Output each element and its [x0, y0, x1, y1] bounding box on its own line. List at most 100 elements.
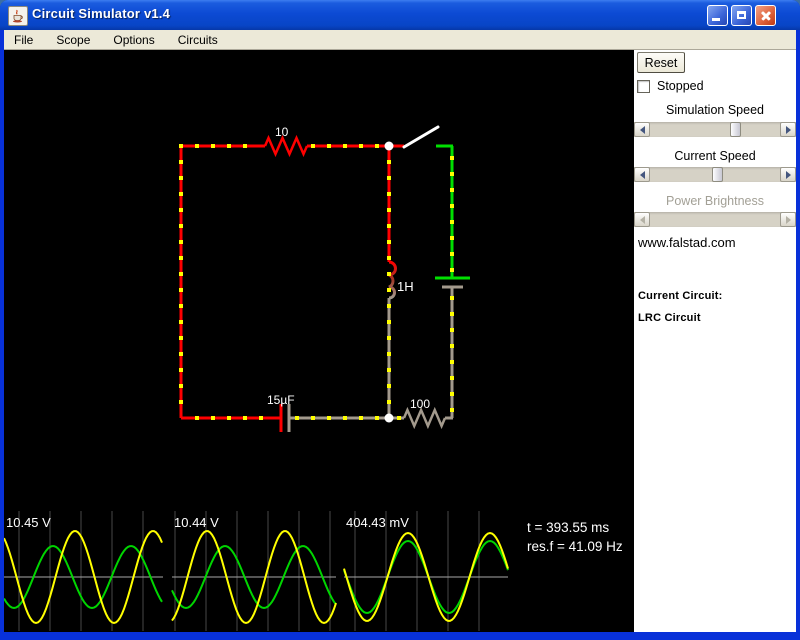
current-dot [179, 192, 183, 196]
current-dot [450, 188, 454, 192]
current-dot [211, 144, 215, 148]
scroll-left-button [634, 212, 650, 227]
scope-label: 404.43 mV [346, 515, 409, 530]
current-dot [227, 416, 231, 420]
arrow-left-icon [636, 125, 645, 134]
current-dot [387, 176, 391, 180]
website-link[interactable]: www.falstad.com [638, 235, 736, 250]
current-dot [450, 204, 454, 208]
circuit-drawing[interactable]: 10.45 V 10.44 V 404.43 mV t = 393.55 ms res.… [3, 50, 634, 632]
current-dot [387, 240, 391, 244]
current-dot [450, 156, 454, 160]
current-dot [179, 336, 183, 340]
current-dot [387, 400, 391, 404]
current-dot [243, 416, 247, 420]
scroll-right-button [780, 212, 796, 227]
current-dot [227, 144, 231, 148]
arrow-right-icon [785, 170, 795, 179]
resistor[interactable] [402, 406, 447, 430]
menu-circuits[interactable]: Circuits [171, 31, 225, 49]
current-dot [179, 176, 183, 180]
maximize-button[interactable] [731, 5, 752, 26]
scroll-left-button[interactable] [634, 122, 650, 137]
current-dot [179, 288, 183, 292]
simulation-speed-label: Simulation Speed [666, 103, 764, 117]
current-speed-slider[interactable] [634, 167, 796, 182]
current-speed-label: Current Speed [674, 149, 756, 163]
scroll-right-button[interactable] [780, 167, 796, 182]
scope-label: 10.45 V [6, 515, 51, 530]
power-brightness-slider [634, 212, 796, 227]
app-window: Circuit Simulator v1.4 File Scope Option… [0, 0, 800, 640]
current-dot [387, 192, 391, 196]
menu-options[interactable]: Options [106, 31, 161, 49]
close-button[interactable] [755, 5, 776, 26]
current-dot [450, 268, 454, 272]
arrow-left-icon [636, 215, 645, 224]
current-dot [387, 368, 391, 372]
current-dot [179, 224, 183, 228]
current-dot [375, 416, 379, 420]
switch-lever[interactable] [402, 125, 440, 149]
current-dot [387, 288, 391, 292]
java-app-icon [8, 6, 28, 26]
current-circuit-name: LRC Circuit [638, 312, 701, 324]
minimize-icon [712, 18, 720, 21]
power-brightness-label: Power Brightness [666, 194, 764, 208]
menu-file[interactable]: File [7, 31, 40, 49]
current-dot [343, 416, 347, 420]
current-dot [179, 256, 183, 260]
current-dot [311, 144, 315, 148]
control-panel: Reset Stopped Simulation Speed Current S… [634, 50, 796, 632]
capacitor-value-label: 15µF [267, 393, 295, 407]
resistor-value-label: 10 [275, 125, 289, 139]
arrow-right-icon [785, 215, 795, 224]
title-bar[interactable]: Circuit Simulator v1.4 [0, 0, 800, 30]
current-dot [450, 344, 454, 348]
current-dot [450, 376, 454, 380]
current-dot [450, 236, 454, 240]
current-dot [397, 416, 401, 420]
current-dot [450, 252, 454, 256]
scroll-right-button[interactable] [780, 122, 796, 137]
inductor-coil[interactable] [388, 260, 397, 300]
stopped-label: Stopped [657, 79, 704, 93]
current-dot [179, 352, 183, 356]
scope-label: 10.44 V [174, 515, 219, 530]
menu-bar: File Scope Options Circuits [4, 30, 796, 50]
current-dot [179, 304, 183, 308]
current-dot [243, 144, 247, 148]
current-dot [450, 296, 454, 300]
stopped-checkbox-row[interactable]: Stopped [637, 79, 704, 93]
current-dot [179, 384, 183, 388]
wire-junction-node[interactable] [384, 141, 394, 151]
current-dot [450, 408, 454, 412]
minimize-button[interactable] [707, 5, 728, 26]
menu-scope[interactable]: Scope [49, 31, 97, 49]
wire-junction-node[interactable] [384, 413, 394, 423]
current-dot [450, 312, 454, 316]
current-dot [375, 144, 379, 148]
current-dot [359, 416, 363, 420]
current-speed-thumb[interactable] [712, 167, 723, 182]
current-dot [450, 172, 454, 176]
current-dot [450, 392, 454, 396]
current-dot [211, 416, 215, 420]
stopped-checkbox[interactable] [637, 79, 650, 93]
current-dot [179, 240, 183, 244]
current-dot [387, 208, 391, 212]
resistor[interactable] [263, 134, 309, 158]
current-dot [387, 224, 391, 228]
current-dot [179, 144, 183, 148]
close-icon [759, 9, 772, 22]
simulation-speed-slider[interactable] [634, 122, 796, 137]
current-dot [387, 272, 391, 276]
current-dot [387, 304, 391, 308]
simulation-canvas[interactable]: 10.45 V 10.44 V 404.43 mV t = 393.55 ms res.… [3, 50, 634, 632]
simulation-speed-thumb[interactable] [730, 122, 741, 137]
current-dot [259, 416, 263, 420]
reset-button[interactable]: Reset [637, 52, 685, 73]
scroll-left-button[interactable] [634, 167, 650, 182]
current-dot [195, 416, 199, 420]
maximize-icon [737, 11, 746, 19]
